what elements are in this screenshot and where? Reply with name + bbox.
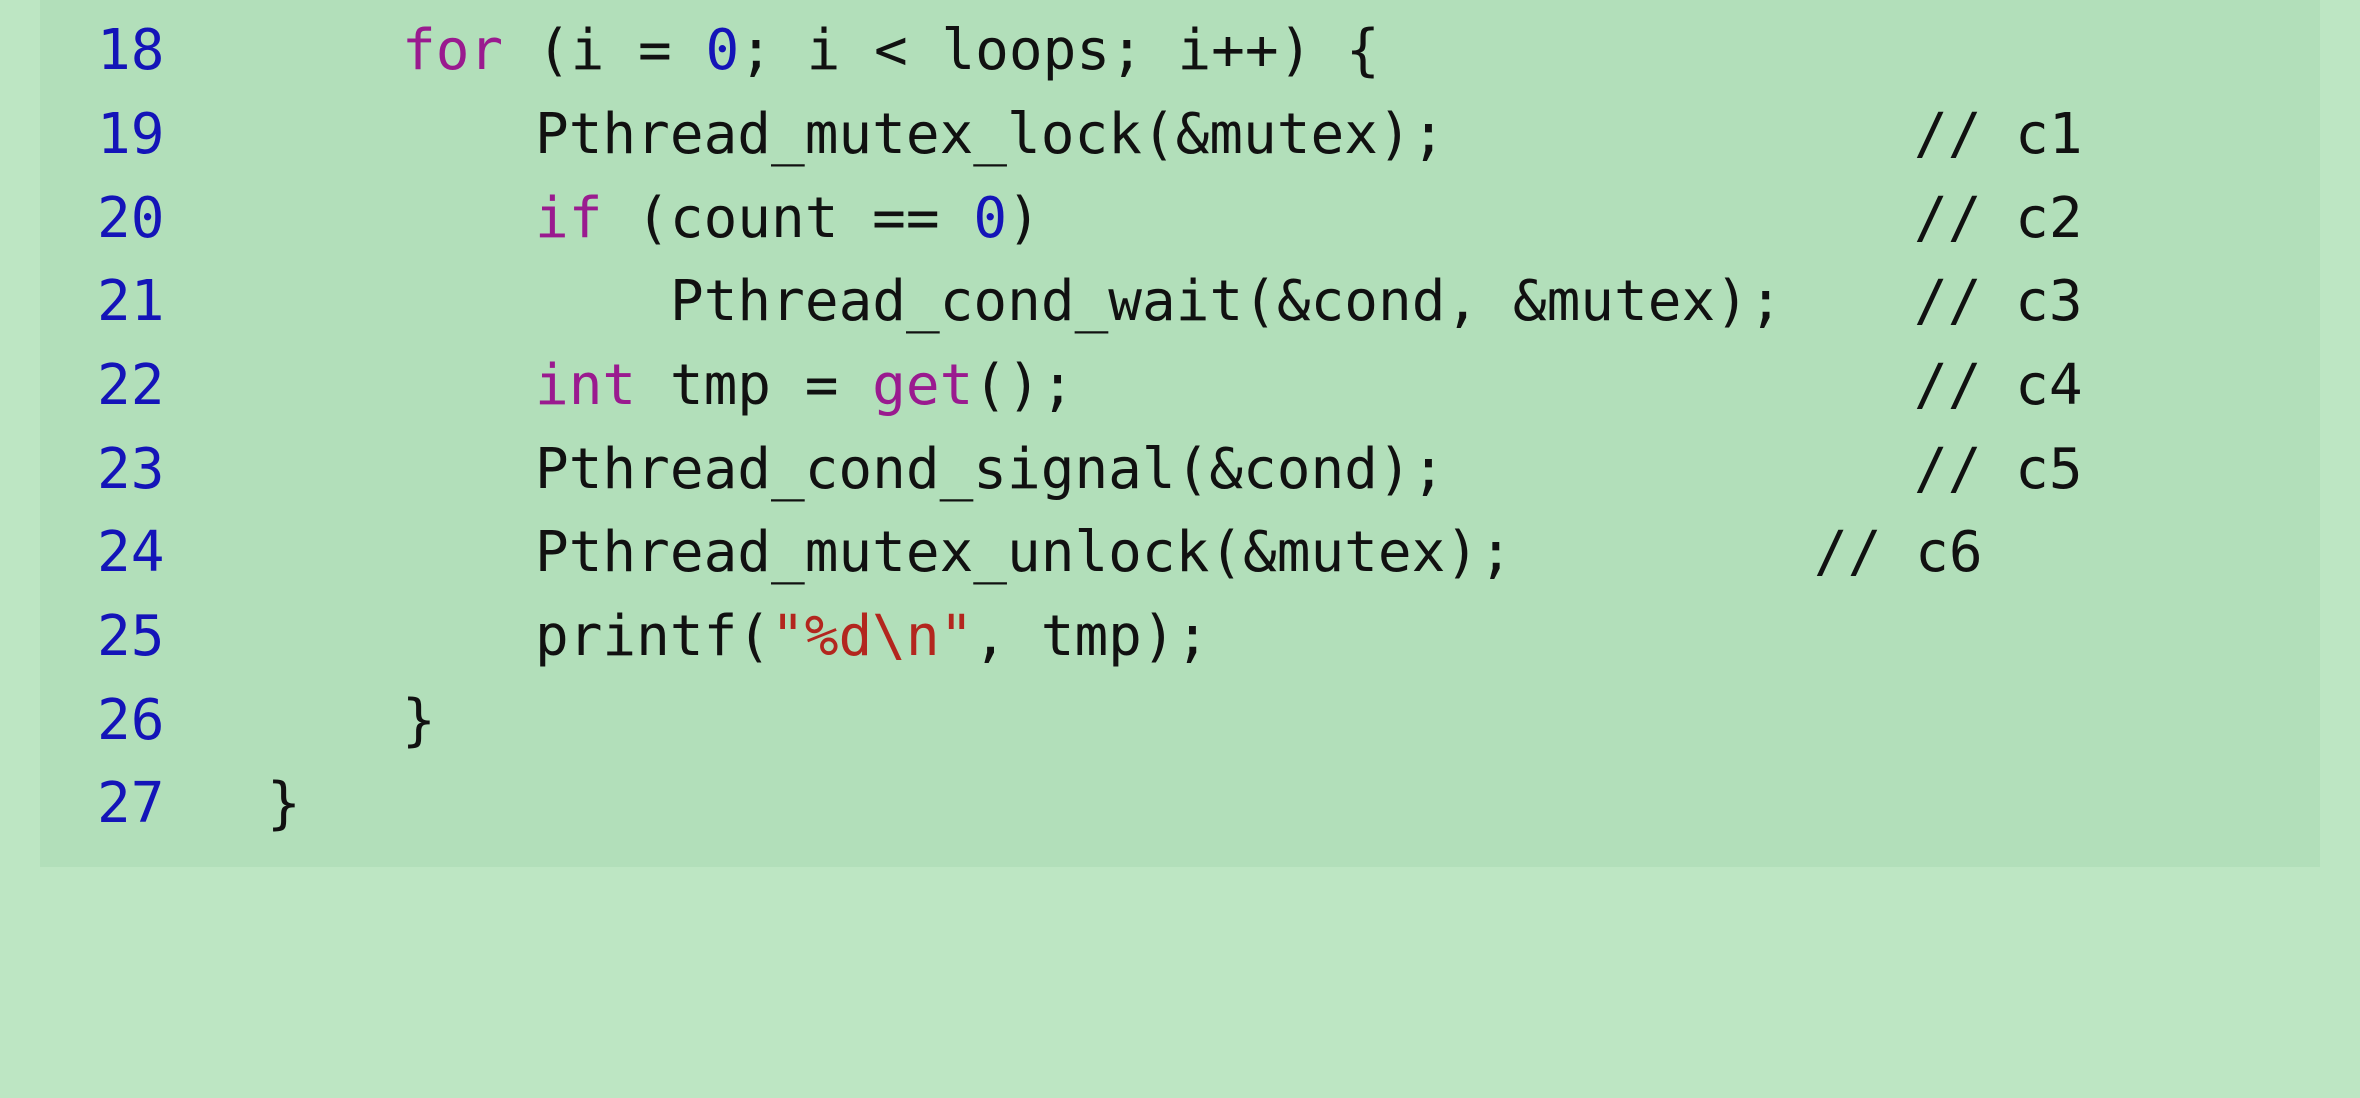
code-text: Pthread_mutex_unlock(&mutex); <box>535 511 1513 595</box>
line-number: 21 <box>97 269 165 334</box>
code-token: Pthread_cond_wait(&cond, &mutex); <box>670 269 1783 334</box>
code-token: printf( <box>535 604 772 669</box>
code-token: Pthread_mutex_unlock(&mutex); <box>535 520 1513 585</box>
line-number: 27 <box>97 771 165 836</box>
code-line: 24 Pthread_mutex_unlock(&mutex); // c6 <box>40 511 1983 595</box>
code-token: (count == <box>602 186 974 251</box>
code-token: (i = <box>503 18 706 83</box>
code-text: printf("%d\n", tmp); <box>535 595 1209 679</box>
code-token: tmp = <box>636 353 873 418</box>
code-token: } <box>402 688 436 753</box>
keyword-token: for <box>402 18 504 83</box>
keyword-token: if <box>535 186 603 251</box>
line-number: 24 <box>97 520 165 585</box>
code-line: 23 Pthread_cond_signal(&cond); // c5 <box>40 428 2083 512</box>
line-number: 18 <box>97 18 165 83</box>
code-token: (); <box>973 353 1075 418</box>
code-text: for (i = 0; i < loops; i++) { <box>402 9 1380 93</box>
code-text: Pthread_cond_signal(&cond); <box>535 428 1445 512</box>
code-line: 20 if (count == 0) // c2 <box>40 177 2083 261</box>
code-token: , tmp); <box>973 604 1210 669</box>
code-line: 27 } <box>40 762 301 846</box>
code-line: 25 printf("%d\n", tmp); <box>40 595 1209 679</box>
line-number: 20 <box>97 186 165 251</box>
line-number: 19 <box>97 102 165 167</box>
code-text: } <box>402 679 436 763</box>
code-comment: // c2 <box>1914 186 2083 251</box>
code-panel: 18 for (i = 0; i < loops; i++) { 19 Pthr… <box>40 0 2320 867</box>
code-comment: // c6 <box>1814 520 1983 585</box>
code-line: 21 Pthread_cond_wait(&cond, &mutex); // … <box>40 260 2083 344</box>
string-token: "%d\n" <box>771 604 974 669</box>
code-token: } <box>267 771 301 836</box>
code-comment: // c5 <box>1914 437 2083 502</box>
keyword-token: int <box>535 353 637 418</box>
code-text: Pthread_cond_wait(&cond, &mutex); <box>670 260 1783 344</box>
code-token: Pthread_cond_signal(&cond); <box>535 437 1446 502</box>
code-token: ; i < loops; i++) { <box>739 18 1380 83</box>
code-token: Pthread_mutex_lock(&mutex); <box>535 102 1446 167</box>
code-text: if (count == 0) <box>535 177 1041 261</box>
code-line: 18 for (i = 0; i < loops; i++) { <box>40 9 1380 93</box>
number-token: 0 <box>973 186 1008 251</box>
line-number: 22 <box>97 353 165 418</box>
code-comment: // c4 <box>1914 353 2083 418</box>
line-number: 25 <box>97 604 165 669</box>
code-text: Pthread_mutex_lock(&mutex); <box>535 93 1445 177</box>
function-token: get <box>872 353 974 418</box>
line-number: 26 <box>97 688 165 753</box>
code-line: 19 Pthread_mutex_lock(&mutex); // c1 <box>40 93 2083 177</box>
code-comment: // c3 <box>1914 269 2083 334</box>
code-comment: // c1 <box>1914 102 2083 167</box>
code-text: } <box>267 762 301 846</box>
line-number: 23 <box>97 437 165 502</box>
code-token: ) <box>1007 186 1041 251</box>
code-text: int tmp = get(); <box>535 344 1074 428</box>
number-token: 0 <box>705 18 740 83</box>
code-line: 22 int tmp = get(); // c4 <box>40 344 2083 428</box>
code-line: 26 } <box>40 679 436 763</box>
